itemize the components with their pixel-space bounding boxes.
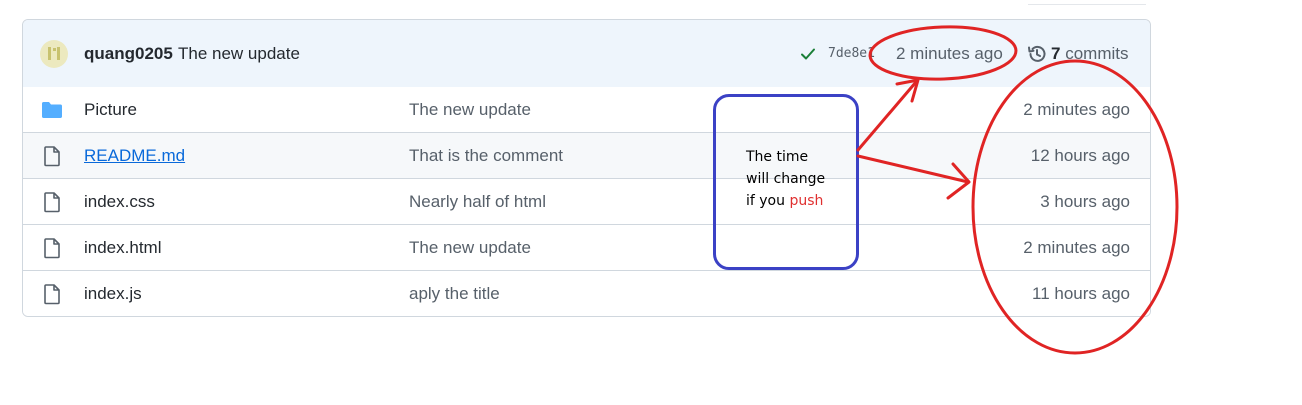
- file-name[interactable]: index.js: [84, 284, 142, 304]
- file-name[interactable]: index.css: [84, 192, 155, 212]
- commit-count: 7: [1051, 44, 1061, 63]
- file-icon: [44, 192, 60, 213]
- file-row[interactable]: index.js aply the title 11 hours ago: [23, 271, 1150, 316]
- annotation-line-3: if you: [746, 193, 790, 209]
- file-row[interactable]: index.html The new update 2 minutes ago: [23, 225, 1150, 271]
- latest-commit-bar: quang0205 The new update 7de8e1 2 minute…: [23, 20, 1150, 88]
- file-commit-time: 2 minutes ago: [1023, 238, 1130, 257]
- file-commit-message[interactable]: The new update: [409, 100, 531, 120]
- partial-header-edge: [1028, 0, 1146, 5]
- annotation-line-1: The time: [746, 149, 809, 165]
- file-icon: [44, 238, 60, 259]
- commit-count-label: commits: [1065, 44, 1129, 63]
- file-commit-message[interactable]: That is the comment: [409, 146, 563, 166]
- file-commit-time: 12 hours ago: [1030, 146, 1130, 165]
- file-row[interactable]: README.md That is the comment 12 hours a…: [23, 133, 1150, 179]
- file-commit-message[interactable]: aply the title: [409, 284, 500, 304]
- file-commit-time: 11 hours ago: [1032, 284, 1130, 303]
- file-row[interactable]: index.css Nearly half of html 3 hours ag…: [23, 179, 1150, 225]
- folder-icon: [42, 102, 62, 118]
- file-name[interactable]: README.md: [84, 146, 185, 166]
- history-icon[interactable]: [1026, 43, 1048, 65]
- file-commit-message[interactable]: The new update: [409, 238, 531, 258]
- commit-message[interactable]: The new update: [178, 44, 300, 64]
- file-icon: [44, 146, 60, 167]
- repo-file-browser: quang0205 The new update 7de8e1 2 minute…: [22, 19, 1151, 317]
- file-name[interactable]: Picture: [84, 100, 137, 120]
- file-name[interactable]: index.html: [84, 238, 161, 258]
- annotation-line-2: will change: [746, 171, 826, 187]
- file-icon: [44, 284, 60, 305]
- check-icon[interactable]: [799, 46, 817, 62]
- annotation-note: The time will change if you push: [746, 146, 825, 212]
- annotation-push-word: push: [789, 193, 824, 209]
- file-commit-time: 3 hours ago: [1040, 192, 1130, 211]
- commit-count-link[interactable]: 7 commits: [1051, 44, 1128, 64]
- file-row[interactable]: Picture The new update 2 minutes ago: [23, 87, 1150, 133]
- commit-sha[interactable]: 7de8e1: [828, 46, 875, 61]
- file-commit-message[interactable]: Nearly half of html: [409, 192, 546, 212]
- file-commit-time: 2 minutes ago: [1023, 100, 1130, 119]
- commit-author[interactable]: quang0205: [84, 44, 173, 64]
- commit-time: 2 minutes ago: [896, 44, 1003, 63]
- avatar[interactable]: [40, 40, 68, 68]
